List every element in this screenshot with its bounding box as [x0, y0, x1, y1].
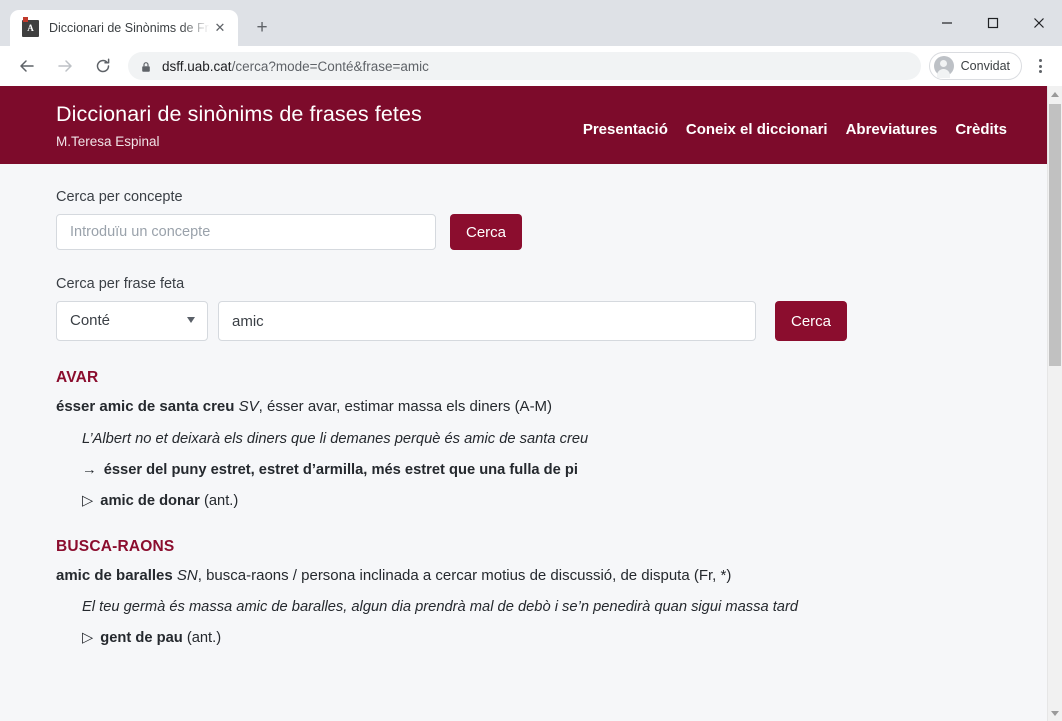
phrase-example: El teu germà és massa amic de baralles, …: [82, 599, 799, 616]
triangle-right-icon: ▷: [82, 492, 94, 509]
antonym-terms: amic de donar: [100, 492, 200, 509]
chevron-down-icon: [187, 317, 195, 323]
kebab-menu-icon[interactable]: [1026, 52, 1054, 80]
result-entry: BUSCA-RAONS amic de baralles SN, busca-r…: [56, 538, 1047, 650]
scroll-up-icon[interactable]: [1048, 86, 1062, 102]
site-header: Diccionari de sinònims de frases fetes M…: [0, 86, 1047, 164]
new-tab-button[interactable]: +: [248, 14, 276, 42]
phrase-definition: , busca-raons / persona inclinada a cerc…: [197, 566, 732, 584]
browser-toolbar: dsff.uab.cat/cerca?mode=Conté&frase=amic…: [0, 46, 1062, 86]
phrase-definition-line: ésser amic de santa creu SV, ésser avar,…: [56, 396, 1047, 419]
nav-link-credits[interactable]: Crèdits: [955, 121, 1007, 138]
nav-link-presentacio[interactable]: Presentació: [583, 121, 668, 138]
concept-search-label: Cerca per concepte: [56, 189, 183, 205]
phrase-lemma: amic de baralles: [56, 566, 173, 584]
scroll-down-icon[interactable]: [1048, 705, 1062, 721]
phrase-search-label: Cerca per frase feta: [56, 276, 185, 292]
tab-title: Diccionari de Sinònims de Frases: [49, 21, 210, 35]
back-arrow-icon[interactable]: [12, 51, 42, 81]
synonym-line: → ésser del puny estret, estret d’armilla…: [82, 459, 1047, 481]
web-page: Diccionari de sinònims de frases fetes M…: [0, 86, 1047, 721]
page-content: Cerca per concepte Cerca Cerca per frase…: [0, 164, 1047, 649]
result-entry: AVAR ésser amic de santa creu SV, ésser …: [56, 369, 1047, 512]
tab-strip: Diccionari de Sinònims de Frases ✕ +: [0, 0, 1062, 46]
phrase-mode-select[interactable]: Conté: [56, 301, 208, 341]
concept-heading[interactable]: BUSCA-RAONS: [56, 538, 1047, 556]
maximize-icon[interactable]: [970, 7, 1016, 39]
phrase-category: SV: [238, 398, 259, 415]
scrollbar-thumb[interactable]: [1049, 104, 1061, 366]
phrase-example: L’Albert no et deixarà els diners que li…: [82, 430, 589, 447]
close-window-icon[interactable]: [1016, 7, 1062, 39]
page-title: Diccionari de sinònims de frases fetes: [56, 101, 422, 126]
page-scrollbar[interactable]: [1047, 86, 1062, 721]
antonym-line: ▷ gent de pau (ant.): [82, 627, 1047, 649]
phrase-definition-line: amic de baralles SN, busca-raons / perso…: [56, 565, 1047, 588]
phrase-search-row: Conté Cerca: [56, 301, 1047, 341]
browser-tab[interactable]: Diccionari de Sinònims de Frases ✕: [10, 10, 238, 46]
antonym-line: ▷ amic de donar (ant.): [82, 490, 1047, 512]
phrase-category: SN: [176, 566, 198, 584]
concept-search-row: Cerca: [56, 214, 1047, 250]
nav-link-coneix-el-diccionari[interactable]: Coneix el diccionari: [686, 121, 828, 138]
antonym-terms: gent de pau: [100, 630, 183, 647]
minimize-icon[interactable]: [924, 7, 970, 39]
lock-icon: [140, 60, 152, 72]
reload-icon[interactable]: [88, 51, 118, 81]
url-host: dsff.uab.cat: [162, 58, 232, 74]
window-controls: [924, 0, 1062, 46]
concept-search-input[interactable]: [56, 214, 436, 250]
site-author: M.Teresa Espinal: [56, 133, 160, 149]
close-tab-icon[interactable]: ✕: [210, 18, 230, 38]
forward-arrow-icon[interactable]: [50, 51, 80, 81]
person-avatar-icon: [933, 56, 954, 78]
profile-label: Convidat: [960, 59, 1010, 73]
profile-button[interactable]: Convidat: [928, 52, 1022, 80]
page-viewport: Diccionari de sinònims de frases fetes M…: [0, 86, 1062, 721]
nav-link-abreviatures[interactable]: Abreviatures: [846, 121, 938, 138]
dictionary-book-icon: [22, 16, 39, 37]
synonym-terms: ésser del puny estret, estret d’armilla,…: [103, 461, 578, 478]
antonym-note: (ant.): [203, 492, 239, 509]
concept-heading[interactable]: AVAR: [56, 369, 1047, 387]
triangle-right-icon: ▷: [82, 630, 94, 647]
phrase-search-button[interactable]: Cerca: [775, 301, 848, 341]
arrow-right-icon: →: [82, 461, 97, 478]
site-branding: Diccionari de sinònims de frases fetes M…: [56, 102, 422, 149]
search-results: AVAR ésser amic de santa creu SV, ésser …: [56, 369, 1047, 649]
address-bar[interactable]: dsff.uab.cat/cerca?mode=Conté&frase=amic: [128, 52, 921, 80]
phrase-mode-value: Conté: [56, 301, 208, 341]
phrase-search-input[interactable]: [218, 301, 756, 341]
url-path: /cerca?mode=Conté&frase=amic: [231, 58, 429, 74]
antonym-note: (ant.): [186, 630, 222, 647]
site-navigation: Presentació Coneix el diccionari Abrevia…: [583, 121, 1007, 138]
phrase-definition: , ésser avar, estimar massa els diners (…: [258, 398, 553, 415]
concept-search-button[interactable]: Cerca: [450, 214, 523, 250]
phrase-lemma: ésser amic de santa creu: [56, 398, 235, 415]
url-text: dsff.uab.cat/cerca?mode=Conté&frase=amic: [162, 59, 429, 74]
browser-window: Diccionari de Sinònims de Frases ✕ +: [0, 0, 1062, 721]
